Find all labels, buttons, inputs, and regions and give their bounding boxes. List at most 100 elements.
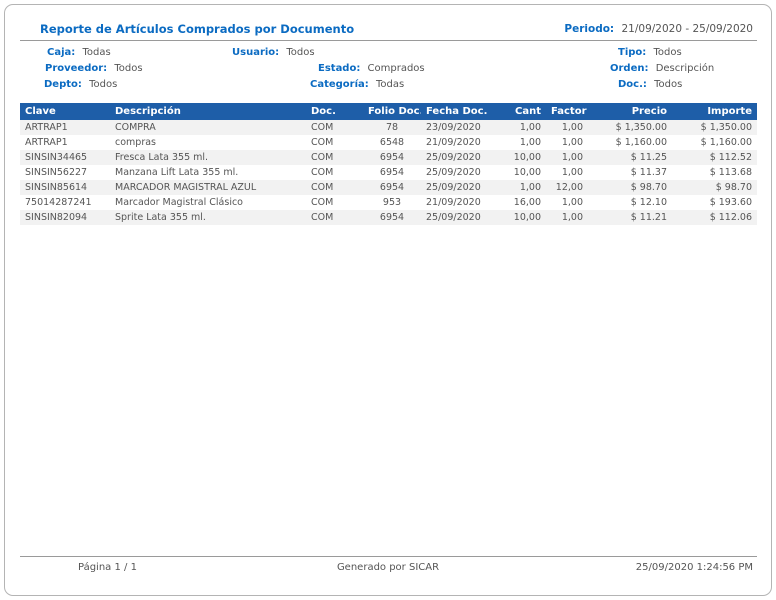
filter-categoria-value: Todas bbox=[375, 79, 405, 90]
table-cell: 1,00 bbox=[519, 182, 541, 193]
table-cell: 1,00 bbox=[519, 122, 541, 133]
table-cell: $ 113.68 bbox=[709, 167, 752, 178]
table-cell: 78 bbox=[385, 122, 399, 133]
table-cell: COM bbox=[311, 122, 334, 133]
table-cell: 953 bbox=[382, 197, 402, 208]
table-cell: 6954 bbox=[379, 152, 405, 163]
table-cell: 1,00 bbox=[561, 152, 583, 163]
table-cell: $ 11.21 bbox=[630, 212, 667, 223]
filter-tipo-value: Todos bbox=[653, 47, 682, 58]
filter-tipo: Tipo: Todos bbox=[618, 47, 682, 58]
table-row: SINSIN56227 Manzana Lift Lata 355 ml. COM 6… bbox=[20, 165, 757, 180]
table-cell: 6954 bbox=[379, 167, 405, 178]
table-row: SINSIN82094 Sprite Lata 355 ml. COM 6954 25/… bbox=[20, 210, 757, 225]
filter-estado-label: Estado: bbox=[318, 63, 361, 74]
table-cell: $ 112.06 bbox=[709, 212, 752, 223]
table-row: ARTRAP1 compras COM 6548 21/09/2020 1,00 1,00 $… bbox=[20, 135, 757, 150]
table-header-row: Clave Descripción Doc. Folio Doc. Fecha Doc.… bbox=[20, 103, 757, 120]
table-header: Clave Descripción Doc. Folio Doc. Fecha Doc.… bbox=[20, 103, 757, 120]
table-cell: 6954 bbox=[379, 182, 405, 193]
filter-orden: Orden: Descripción bbox=[610, 63, 714, 74]
table-cell: $ 98.70 bbox=[630, 182, 667, 193]
table-cell: 12,00 bbox=[555, 182, 583, 193]
filter-estado-value: Comprados bbox=[367, 63, 425, 74]
table-cell: $ 11.37 bbox=[630, 167, 667, 178]
table-cell: $ 1,160.00 bbox=[615, 137, 667, 148]
table-cell: 10,00 bbox=[513, 152, 541, 163]
table-cell: $ 1,350.00 bbox=[700, 122, 752, 133]
filter-caja-label: Caja: bbox=[47, 47, 76, 58]
report-title: Reporte de Artículos Comprados por Docum… bbox=[40, 22, 355, 36]
column-header: Descripción bbox=[110, 103, 306, 120]
report-table: Clave Descripción Doc. Folio Doc. Fecha Doc.… bbox=[20, 103, 757, 225]
table-cell: MARCADOR MAGISTRAL AZUL bbox=[115, 182, 257, 193]
column-header: Folio Doc. bbox=[363, 103, 421, 120]
table-cell: 6954 bbox=[379, 212, 405, 223]
table-cell: Fresca Lata 355 ml. bbox=[115, 152, 209, 163]
table-row: SINSIN34465 Fresca Lata 355 ml. COM 6954 25/… bbox=[20, 150, 757, 165]
table-cell: 1,00 bbox=[561, 212, 583, 223]
period-value: 21/09/2020 - 25/09/2020 bbox=[621, 23, 753, 35]
filter-proveedor-value: Todos bbox=[114, 63, 143, 74]
table-cell: compras bbox=[115, 137, 156, 148]
table-cell: Manzana Lift Lata 355 ml. bbox=[115, 167, 239, 178]
table-cell: COMPRA bbox=[115, 122, 156, 133]
footer-divider bbox=[20, 556, 757, 557]
table-cell: COM bbox=[311, 167, 334, 178]
filter-doc-value: Todos bbox=[654, 79, 683, 90]
table-cell: Sprite Lata 355 ml. bbox=[115, 212, 206, 223]
table-row: 75014287241 Marcador Magistral Clásico COM… bbox=[20, 195, 757, 210]
table-row: ARTRAP1 COMPRA COM 78 23/09/2020 1,00 1,00 $ 1,… bbox=[20, 120, 757, 135]
table-cell: SINSIN82094 bbox=[25, 212, 88, 223]
table-cell: COM bbox=[311, 137, 334, 148]
table-cell: COM bbox=[311, 152, 334, 163]
column-header: Importe bbox=[672, 103, 757, 120]
filter-orden-label: Orden: bbox=[610, 63, 649, 74]
period-label: Periodo: bbox=[564, 23, 615, 35]
table-cell: 25/09/2020 bbox=[426, 152, 481, 163]
table-cell: $ 1,160.00 bbox=[700, 137, 752, 148]
column-header: Clave bbox=[20, 103, 110, 120]
table-cell: 10,00 bbox=[513, 167, 541, 178]
table-cell: 75014287241 bbox=[25, 197, 92, 208]
table-cell: SINSIN56227 bbox=[25, 167, 88, 178]
table-cell: COM bbox=[311, 212, 334, 223]
column-header: Fecha Doc. bbox=[421, 103, 491, 120]
table-cell: 10,00 bbox=[513, 212, 541, 223]
filter-doc-label: Doc.: bbox=[618, 79, 647, 90]
table-cell: 21/09/2020 bbox=[426, 137, 481, 148]
filter-orden-value: Descripción bbox=[655, 63, 715, 74]
filter-estado: Estado: Comprados bbox=[318, 63, 425, 74]
filter-depto-value: Todos bbox=[89, 79, 118, 90]
table-cell: $ 98.70 bbox=[715, 182, 752, 193]
header-divider bbox=[20, 40, 757, 41]
filter-proveedor: Proveedor: Todos bbox=[45, 63, 143, 74]
table-cell: 1,00 bbox=[561, 197, 583, 208]
table-cell: Marcador Magistral Clásico bbox=[115, 197, 243, 208]
table-cell: $ 11.25 bbox=[630, 152, 667, 163]
table-cell: 1,00 bbox=[561, 137, 583, 148]
filter-caja: Caja: Todas bbox=[47, 47, 111, 58]
table-cell: 25/09/2020 bbox=[426, 182, 481, 193]
filter-usuario-value: Todos bbox=[286, 47, 315, 58]
filter-proveedor-label: Proveedor: bbox=[45, 63, 108, 74]
table-cell: $ 1,350.00 bbox=[615, 122, 667, 133]
table-cell: 1,00 bbox=[561, 122, 583, 133]
footer-page-number: Página 1 / 1 bbox=[78, 562, 137, 573]
table-cell: ARTRAP1 bbox=[25, 122, 68, 133]
filter-tipo-label: Tipo: bbox=[618, 47, 647, 58]
column-header: Precio bbox=[588, 103, 672, 120]
column-header: Doc. bbox=[306, 103, 363, 120]
filter-categoria: Categoría: Todas bbox=[310, 79, 404, 90]
table-cell: $ 112.52 bbox=[709, 152, 752, 163]
table-cell: SINSIN85614 bbox=[25, 182, 88, 193]
table-cell: 1,00 bbox=[561, 167, 583, 178]
table-cell: 25/09/2020 bbox=[426, 167, 481, 178]
table-cell: ARTRAP1 bbox=[25, 137, 68, 148]
table-cell: $ 12.10 bbox=[630, 197, 667, 208]
table-cell: COM bbox=[311, 182, 334, 193]
column-header: Factor bbox=[546, 103, 588, 120]
table-cell: 23/09/2020 bbox=[426, 122, 481, 133]
filter-caja-value: Todas bbox=[82, 47, 111, 58]
table-cell: 25/09/2020 bbox=[426, 212, 481, 223]
